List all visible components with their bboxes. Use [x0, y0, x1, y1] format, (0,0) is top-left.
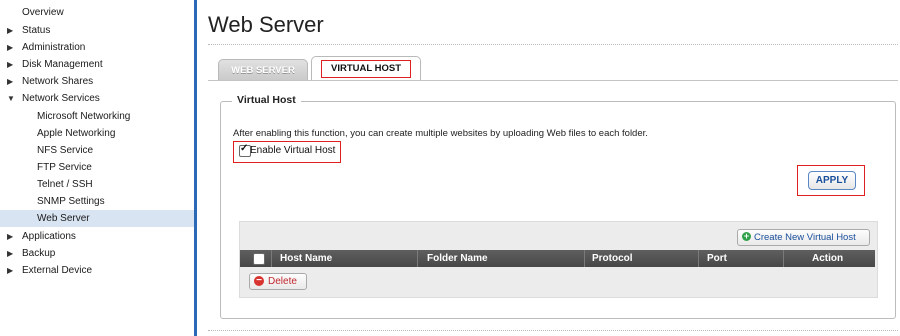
sidebar-item-label: Web Server — [37, 213, 90, 224]
sidebar-nav: Overview ▶ Status ▶ Administration ▶ Dis… — [0, 0, 194, 336]
page-title: Web Server — [208, 12, 324, 37]
sidebar-item-status[interactable]: ▶ Status — [0, 22, 194, 39]
sidebar-item-label: Apple Networking — [37, 128, 116, 139]
sidebar-item-label: Microsoft Networking — [37, 111, 131, 122]
sidebar-item-label: Backup — [22, 248, 56, 259]
tab-web-server[interactable]: WEB SERVER — [218, 59, 308, 81]
section-legend: Virtual Host — [232, 94, 301, 106]
sidebar-divider — [194, 0, 197, 336]
tab-label: VIRTUAL HOST — [321, 60, 411, 78]
triangle-down-icon: ▼ — [7, 94, 15, 103]
sidebar-item-disk-management[interactable]: ▶ Disk Management — [0, 56, 194, 73]
sidebar-item-label: Disk Management — [22, 59, 103, 70]
column-header-host-name[interactable]: Host Name — [280, 250, 332, 267]
column-separator — [271, 250, 272, 267]
sidebar-item-label: FTP Service — [37, 162, 92, 173]
triangle-right-icon: ▶ — [7, 249, 14, 258]
sidebar-item-label: Network Shares — [22, 76, 94, 87]
triangle-right-icon: ▶ — [7, 232, 14, 241]
sidebar-item-overview[interactable]: Overview — [0, 4, 194, 21]
sidebar-item-external-device[interactable]: ▶ External Device — [0, 262, 194, 279]
triangle-right-icon: ▶ — [7, 60, 14, 69]
minus-circle-icon: − — [254, 276, 264, 286]
sidebar-item-web-server[interactable]: Web Server — [0, 210, 194, 227]
enable-virtual-host-label[interactable]: Enable Virtual Host — [250, 145, 335, 156]
sidebar-item-label: Telnet / SSH — [37, 179, 93, 190]
column-header-folder-name[interactable]: Folder Name — [427, 250, 488, 267]
sidebar-item-network-shares[interactable]: ▶ Network Shares — [0, 73, 194, 90]
sidebar-item-label: NFS Service — [37, 145, 94, 156]
sidebar-item-telnet-ssh[interactable]: Telnet / SSH — [0, 176, 194, 193]
column-separator — [584, 250, 585, 267]
create-button-label: Create New Virtual Host — [754, 232, 856, 243]
description-text: After enabling this function, you can cr… — [233, 128, 648, 139]
create-virtual-host-button[interactable]: + Create New Virtual Host — [737, 229, 870, 246]
sidebar-item-administration[interactable]: ▶ Administration — [0, 39, 194, 56]
sidebar-item-backup[interactable]: ▶ Backup — [0, 245, 194, 262]
column-header-port[interactable]: Port — [707, 250, 727, 267]
sidebar-item-label: Overview — [22, 7, 64, 18]
plus-circle-icon: + — [742, 231, 751, 241]
bottom-divider — [208, 330, 898, 331]
tab-label: WEB SERVER — [231, 65, 295, 76]
sidebar-item-label: SNMP Settings — [37, 196, 105, 207]
sidebar-item-apple-networking[interactable]: Apple Networking — [0, 125, 194, 142]
delete-button[interactable]: − Delete — [249, 273, 307, 290]
sidebar-item-label: Status — [22, 25, 51, 36]
select-all-checkbox[interactable] — [253, 253, 265, 265]
sidebar-item-nfs-service[interactable]: NFS Service — [0, 142, 194, 159]
sidebar-item-snmp-settings[interactable]: SNMP Settings — [0, 193, 194, 210]
triangle-right-icon: ▶ — [7, 266, 14, 275]
triangle-right-icon: ▶ — [7, 77, 14, 86]
column-header-action[interactable]: Action — [812, 250, 843, 267]
column-header-protocol[interactable]: Protocol — [592, 250, 633, 267]
triangle-right-icon: ▶ — [7, 26, 14, 35]
grid-header: Host Name Folder Name Protocol Port Acti… — [240, 250, 875, 267]
column-separator — [783, 250, 784, 267]
sidebar-item-microsoft-networking[interactable]: Microsoft Networking — [0, 108, 194, 125]
triangle-right-icon: ▶ — [7, 43, 14, 52]
sidebar-item-label: Administration — [22, 42, 86, 53]
sidebar-item-applications[interactable]: ▶ Applications — [0, 228, 194, 245]
tab-virtual-host[interactable]: VIRTUAL HOST — [311, 56, 421, 81]
sidebar-item-label: Applications — [22, 231, 76, 242]
sidebar-item-ftp-service[interactable]: FTP Service — [0, 159, 194, 176]
sidebar-item-network-services[interactable]: ▼ Network Services — [0, 90, 194, 107]
sidebar-item-label: External Device — [22, 265, 93, 276]
apply-button[interactable]: APPLY — [808, 171, 856, 190]
tab-bar-baseline — [208, 80, 898, 81]
title-divider — [208, 44, 898, 45]
column-separator — [417, 250, 418, 267]
sidebar-item-label: Network Services — [22, 93, 100, 104]
delete-button-label: Delete — [268, 276, 297, 287]
column-separator — [698, 250, 699, 267]
